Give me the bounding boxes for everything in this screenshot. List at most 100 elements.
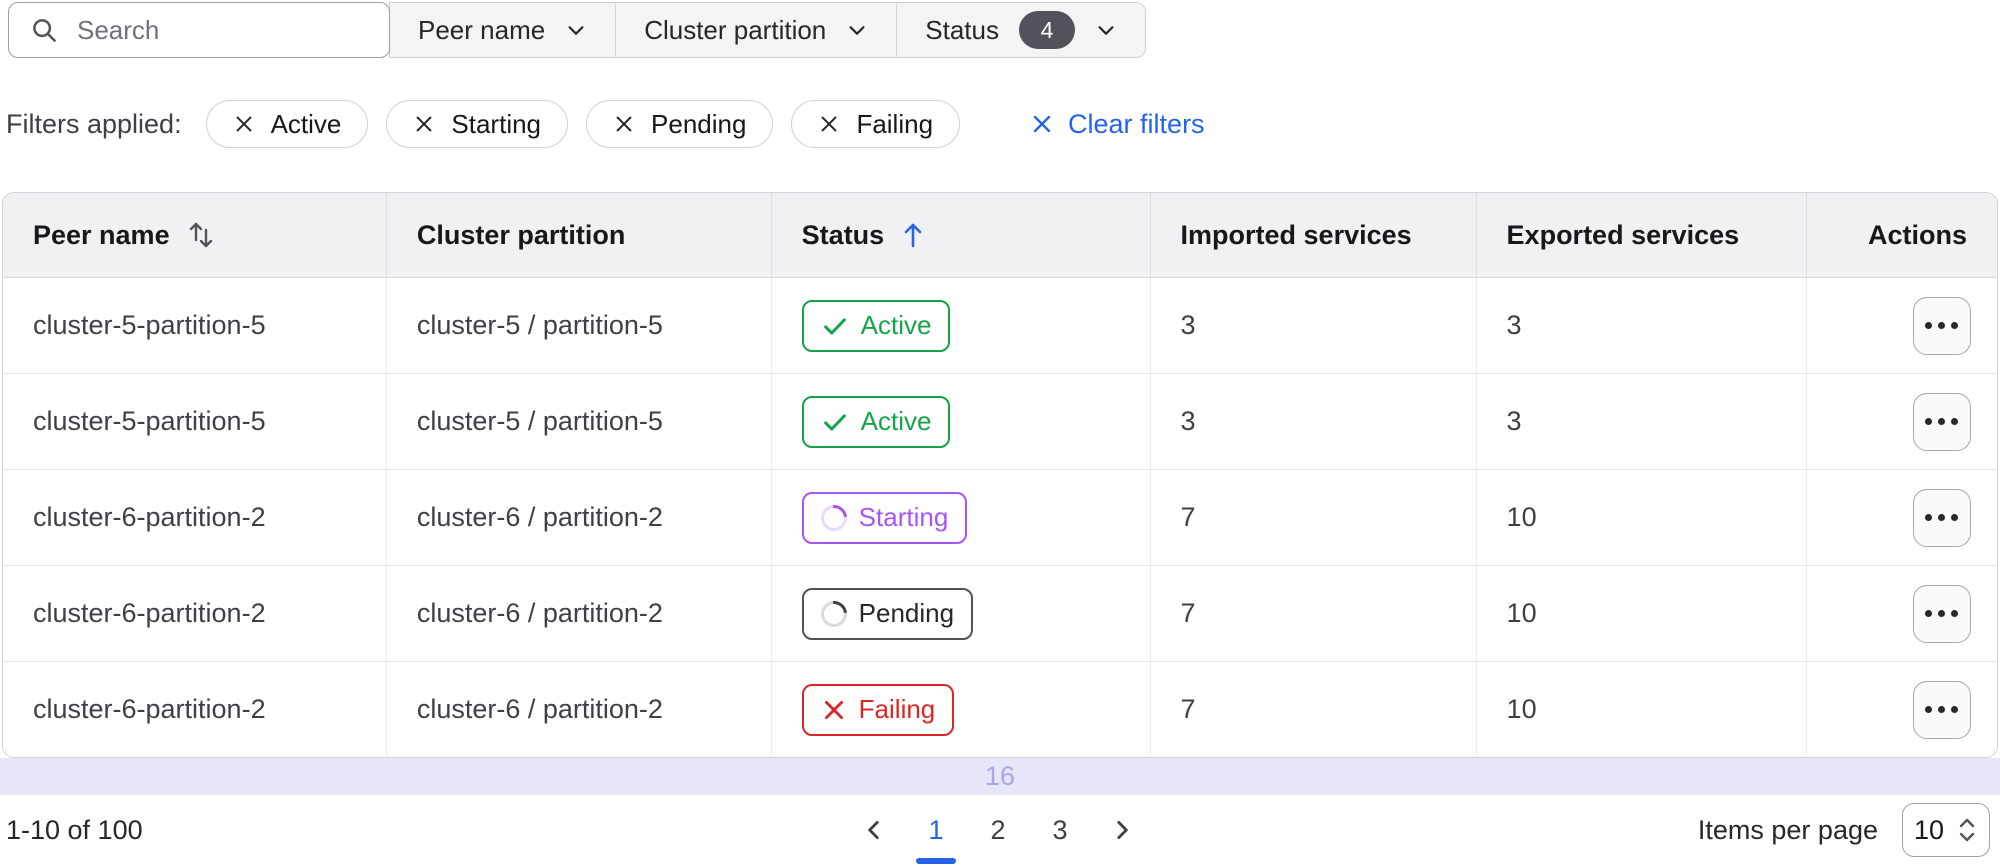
filter-chip[interactable]: Pending	[586, 100, 774, 148]
filter-toolbar: Peer name Cluster partition Status 4	[8, 2, 2000, 58]
filter-chip-list: Active Starting Pending Failing	[205, 100, 961, 148]
x-icon[interactable]	[233, 113, 255, 135]
column-header-label: Status	[801, 219, 885, 250]
cell-cluster-partition: cluster-5 / partition-5	[387, 278, 772, 373]
row-actions-button[interactable]	[1912, 680, 1971, 739]
chevron-down-icon	[565, 19, 587, 41]
x-icon[interactable]	[613, 113, 635, 135]
cell-actions	[1807, 470, 1997, 565]
column-header-label: Cluster partition	[416, 219, 626, 250]
page-number-button[interactable]: 2	[974, 806, 1022, 854]
cell-peer-name: cluster-5-partition-5	[3, 374, 387, 469]
x-icon	[1030, 112, 1054, 136]
column-header-exported-services: Exported services	[1477, 193, 1807, 277]
filter-chip[interactable]: Failing	[791, 100, 961, 148]
status-dropdown[interactable]: Status 4	[896, 3, 1145, 57]
cell-exported-services: 3	[1477, 278, 1807, 373]
cell-cluster-partition: cluster-6 / partition-2	[387, 662, 772, 757]
filter-chip[interactable]: Starting	[386, 100, 569, 148]
cell-actions	[1807, 278, 1997, 373]
chevron-down-icon	[846, 19, 868, 41]
table-row: cluster-6-partition-2 cluster-6 / partit…	[3, 662, 1997, 757]
page-number-button[interactable]: 3	[1036, 806, 1084, 854]
status-label: Active	[860, 310, 932, 340]
cell-peer-name: cluster-6-partition-2	[3, 470, 387, 565]
x-icon[interactable]	[818, 113, 840, 135]
table-row: cluster-6-partition-2 cluster-6 / partit…	[3, 470, 1997, 566]
filter-chip-label: Starting	[451, 108, 542, 139]
search-icon	[29, 15, 59, 45]
cell-status: Active	[772, 278, 1151, 373]
peer-name-dropdown[interactable]: Peer name	[390, 3, 616, 57]
status-badge: Active	[801, 299, 951, 352]
page-number-button[interactable]: 1	[912, 806, 960, 864]
row-actions-button[interactable]	[1912, 296, 1971, 355]
status-label: Active	[860, 406, 932, 436]
overflow-row-indicator: 16	[0, 758, 2000, 795]
overflow-row-label: 16	[984, 761, 1016, 791]
column-header-cluster-partition: Cluster partition	[387, 193, 772, 277]
cell-exported-services: 3	[1477, 374, 1807, 469]
search-box[interactable]	[8, 2, 390, 58]
cell-peer-name: cluster-6-partition-2	[3, 566, 387, 661]
cell-status: Starting	[772, 470, 1151, 565]
status-icon	[815, 595, 852, 632]
column-header-status[interactable]: Status	[772, 193, 1151, 277]
column-header-actions: Actions	[1807, 193, 1997, 277]
cell-actions	[1807, 662, 1997, 757]
status-icon	[821, 697, 847, 723]
status-icon	[821, 408, 849, 436]
updown-stepper-icon	[1956, 816, 1978, 844]
status-count-badge: 4	[1018, 11, 1075, 49]
row-actions-button[interactable]	[1912, 584, 1971, 643]
status-label: Starting	[858, 502, 949, 532]
items-range-label: 1-10 of 100	[6, 814, 143, 845]
cluster-partition-dropdown-label: Cluster partition	[644, 14, 827, 45]
items-per-page-group: Items per page 10	[1146, 803, 1990, 857]
search-input[interactable]	[75, 13, 359, 47]
filter-chip[interactable]: Active	[205, 100, 369, 148]
clear-filters-button[interactable]: Clear filters	[1024, 108, 1211, 141]
row-actions-button[interactable]	[1912, 392, 1971, 451]
filter-chip-label: Pending	[651, 108, 747, 139]
filter-chip-label: Active	[270, 108, 342, 139]
status-badge: Failing	[801, 683, 955, 736]
status-badge: Pending	[801, 587, 974, 640]
status-badge: Starting	[801, 491, 968, 544]
cell-peer-name: cluster-6-partition-2	[3, 662, 387, 757]
column-header-imported-services: Imported services	[1151, 193, 1477, 277]
row-actions-button[interactable]	[1912, 488, 1971, 547]
sort-updown-icon[interactable]	[186, 219, 216, 251]
filters-applied-row: Filters applied: Active Starting Pending…	[6, 100, 2000, 148]
items-per-page-select[interactable]: 10	[1902, 803, 1990, 857]
x-icon[interactable]	[413, 113, 435, 135]
cell-status: Pending	[772, 566, 1151, 661]
cluster-partition-dropdown[interactable]: Cluster partition	[615, 3, 897, 57]
cell-actions	[1807, 374, 1997, 469]
chevron-down-icon	[1095, 19, 1117, 41]
cell-exported-services: 10	[1477, 566, 1807, 661]
cell-status: Failing	[772, 662, 1151, 757]
column-header-peer-name[interactable]: Peer name	[3, 193, 387, 277]
cell-cluster-partition: cluster-6 / partition-2	[387, 566, 772, 661]
next-page-button[interactable]	[1098, 806, 1146, 854]
peers-table: Peer name Cluster partition Status Impor…	[2, 192, 1998, 758]
status-dropdown-label: Status	[925, 14, 999, 45]
table-row: cluster-6-partition-2 cluster-6 / partit…	[3, 566, 1997, 662]
cell-imported-services: 3	[1151, 278, 1477, 373]
table-header-row: Peer name Cluster partition Status Impor…	[3, 193, 1997, 278]
filter-dropdown-group: Peer name Cluster partition Status 4	[389, 2, 1146, 58]
cell-imported-services: 7	[1151, 566, 1477, 661]
cell-imported-services: 7	[1151, 662, 1477, 757]
status-label: Failing	[858, 694, 936, 724]
cell-cluster-partition: cluster-6 / partition-2	[387, 470, 772, 565]
previous-page-button[interactable]	[850, 806, 898, 854]
arrow-up-icon[interactable]	[900, 220, 926, 250]
column-header-label: Exported services	[1506, 219, 1740, 250]
cell-peer-name: cluster-5-partition-5	[3, 278, 387, 373]
filter-chip-label: Failing	[856, 108, 934, 139]
cell-status: Active	[772, 374, 1151, 469]
peer-name-dropdown-label: Peer name	[418, 14, 546, 45]
clear-filters-label: Clear filters	[1068, 108, 1205, 139]
cell-cluster-partition: cluster-5 / partition-5	[387, 374, 772, 469]
